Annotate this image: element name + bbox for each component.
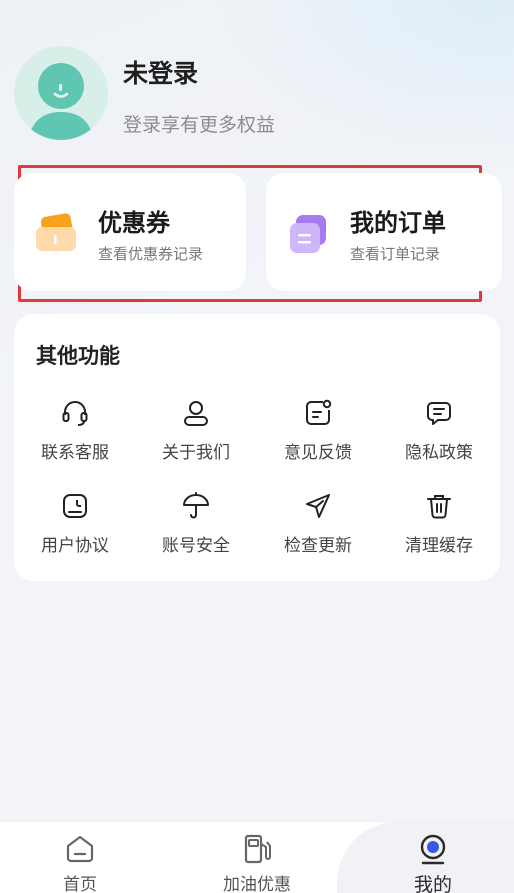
- panel-title: 其他功能: [36, 344, 120, 368]
- document-icon: [63, 494, 87, 518]
- tab-home[interactable]: 首页: [20, 832, 140, 893]
- login-status[interactable]: 未登录: [123, 54, 198, 90]
- user-icon: [184, 401, 208, 426]
- login-benefit-text: 登录享有更多权益: [123, 114, 276, 136]
- tab-mine[interactable]: 我的: [373, 832, 493, 893]
- tab-fuel-deals[interactable]: 加油优惠: [197, 832, 317, 893]
- func-user-agreement[interactable]: 用户协议: [14, 491, 136, 561]
- func-label: 清理缓存: [405, 536, 473, 556]
- func-label: 关于我们: [162, 443, 230, 463]
- coupon-card[interactable]: 优惠券 查看优惠券记录: [14, 173, 246, 291]
- func-feedback[interactable]: 意见反馈: [257, 398, 379, 468]
- func-label: 意见反馈: [284, 443, 352, 463]
- avatar[interactable]: [14, 46, 108, 140]
- bottom-tab-bar: 首页 加油优惠 我的: [0, 821, 514, 893]
- profile-tab-icon: [420, 834, 446, 865]
- tab-label: 我的: [413, 874, 452, 893]
- orders-desc: 查看订单记录: [350, 245, 441, 263]
- coupon-desc: 查看优惠券记录: [98, 245, 204, 263]
- headset-icon: [62, 401, 88, 426]
- func-label: 隐私政策: [405, 443, 473, 463]
- coupon-title: 优惠券: [98, 209, 170, 237]
- default-avatar-icon: [14, 46, 108, 140]
- func-label: 检查更新: [284, 536, 352, 556]
- send-icon: [306, 494, 330, 518]
- func-privacy-policy[interactable]: 隐私政策: [378, 398, 500, 468]
- func-check-update[interactable]: 检查更新: [257, 491, 379, 561]
- orders-title: 我的订单: [350, 209, 446, 237]
- trash-icon: [427, 495, 451, 519]
- tab-label: 加油优惠: [223, 875, 291, 893]
- func-label: 账号安全: [162, 536, 230, 556]
- func-label: 用户协议: [41, 536, 109, 556]
- order-icon: [290, 215, 326, 253]
- home-icon: [66, 835, 94, 863]
- fuel-pump-icon: [244, 834, 271, 864]
- func-account-security[interactable]: 账号安全: [135, 491, 257, 561]
- func-contact-support[interactable]: 联系客服: [14, 398, 136, 468]
- message-icon: [427, 402, 451, 425]
- func-clear-cache[interactable]: 清理缓存: [378, 491, 500, 561]
- func-label: 联系客服: [41, 443, 109, 463]
- umbrella-icon: [183, 492, 209, 519]
- func-about-us[interactable]: 关于我们: [135, 398, 257, 468]
- other-functions-panel: 其他功能 联系客服 关于我们 意见反馈 隐私政策 用户协议 账号安全 检查更新 …: [14, 314, 500, 581]
- orders-card[interactable]: 我的订单 查看订单记录: [266, 173, 502, 291]
- tab-label: 首页: [63, 875, 97, 893]
- profile-header[interactable]: 未登录 登录享有更多权益: [14, 46, 494, 142]
- feedback-icon: [306, 399, 332, 425]
- coupon-icon: [36, 213, 76, 251]
